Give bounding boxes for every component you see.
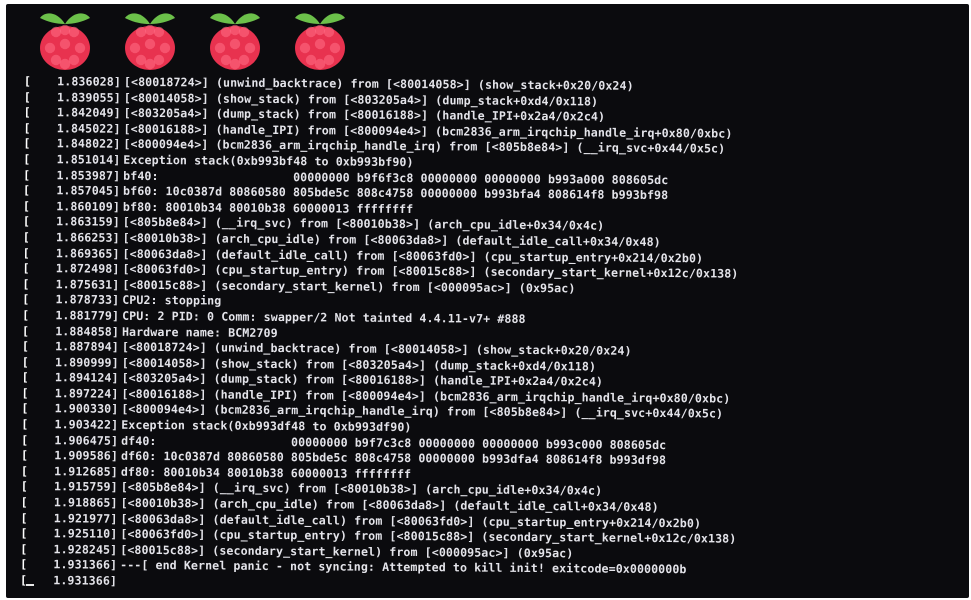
log-bracket: [ — [21, 432, 29, 447]
log-bracket: [ — [23, 183, 31, 198]
log-bracket: [ — [23, 136, 31, 151]
log-timestamp: 1.931366] — [53, 557, 118, 573]
log-bracket: [ — [23, 151, 31, 167]
boot-logo-row — [32, 6, 372, 74]
log-timestamp: 1.887894] — [55, 339, 119, 354]
log-bracket: [ — [21, 385, 29, 400]
log-bracket: [ — [22, 245, 30, 260]
log-timestamp: 1.860109] — [56, 199, 121, 214]
log-bracket: [ — [23, 167, 31, 182]
log-timestamp: 1.857045] — [56, 183, 121, 198]
text-cursor — [26, 584, 34, 586]
log-timestamp: 1.931366] — [53, 573, 118, 588]
log-timestamp: 1.863159] — [56, 214, 120, 230]
log-bracket: [ — [22, 229, 30, 244]
log-bracket: [ — [22, 307, 30, 322]
raspberry-pi-logo-icon — [295, 13, 345, 70]
log-bracket: [ — [21, 401, 29, 416]
log-timestamp: 1.925110] — [53, 526, 118, 541]
log-timestamp: 1.890999] — [54, 354, 119, 370]
raspberry-pi-logo-icon — [125, 13, 175, 70]
log-message: Hardware name: BCM2709 — [121, 324, 278, 340]
log-timestamp: 1.918865] — [53, 495, 118, 510]
log-bracket: [ — [23, 105, 31, 120]
log-bracket: [ — [22, 276, 30, 291]
log-bracket: [ — [20, 510, 28, 525]
log-bracket: [ — [20, 557, 28, 572]
log-bracket: [ — [23, 89, 31, 104]
log-timestamp: 1.909586] — [54, 448, 119, 463]
log-bracket: [ — [22, 198, 31, 213]
log-timestamp: 1.869365] — [55, 245, 120, 261]
log-bracket: [ — [20, 495, 28, 510]
log-timestamp: 1.875631] — [55, 276, 120, 292]
log-timestamp: 1.878733] — [55, 292, 120, 308]
log-timestamp: 1.848022] — [56, 136, 121, 152]
log-timestamp: 1.912685] — [54, 464, 118, 479]
log-timestamp: 1.842049] — [56, 105, 121, 120]
log-timestamp: 1.845022] — [56, 121, 121, 136]
log-timestamp: 1.836028] — [57, 74, 121, 89]
log-timestamp: 1.894124] — [54, 370, 119, 386]
log-bracket: [ — [22, 214, 30, 229]
log-bracket: [ — [20, 526, 28, 541]
log-timestamp: 1.872498] — [55, 261, 120, 276]
log-bracket: [ — [20, 479, 28, 494]
log-bracket: [ — [21, 370, 29, 385]
log-timestamp: 1.853987] — [56, 167, 121, 183]
log-bracket: [ — [21, 417, 29, 432]
log-timestamp: 1.915759] — [53, 479, 118, 495]
log-bracket: [ — [20, 541, 28, 556]
log-timestamp: 1.897224] — [54, 386, 119, 401]
log-bracket: [ — [20, 448, 29, 463]
raspberry-pi-logo-icon — [210, 13, 260, 70]
log-bracket: [ — [22, 261, 30, 276]
log-timestamp: 1.866253] — [55, 230, 120, 245]
log-timestamp: 1.881779] — [55, 308, 120, 323]
log-message — [119, 574, 120, 590]
kernel-log: [1.836028] [<80018724>] (unwind_backtrace… — [20, 74, 969, 596]
log-timestamp: 1.906475] — [54, 432, 119, 448]
log-timestamp: 1.851014] — [56, 152, 121, 167]
log-timestamp: 1.921977] — [53, 510, 118, 526]
raspberry-pi-logo-icon — [40, 13, 90, 70]
log-bracket: [ — [21, 323, 30, 338]
log-bracket: [ — [19, 572, 28, 588]
log-bracket: [ — [23, 120, 31, 135]
log-timestamp: 1.903422] — [54, 417, 119, 432]
log-timestamp: 1.839055] — [57, 89, 121, 105]
log-bracket: [ — [21, 354, 29, 369]
log-bracket: [ — [23, 74, 32, 89]
log-timestamp: 1.884858] — [55, 323, 120, 339]
log-timestamp: 1.900330] — [54, 401, 119, 417]
console-screen: [1.836028] [<80018724>] (unwind_backtrace… — [6, 4, 969, 598]
log-bracket: [ — [22, 292, 30, 307]
log-bracket: [ — [20, 463, 29, 478]
log-message: CPU2: stopping — [122, 293, 222, 308]
log-timestamp: 1.928245] — [53, 542, 118, 557]
log-bracket: [ — [21, 339, 30, 354]
